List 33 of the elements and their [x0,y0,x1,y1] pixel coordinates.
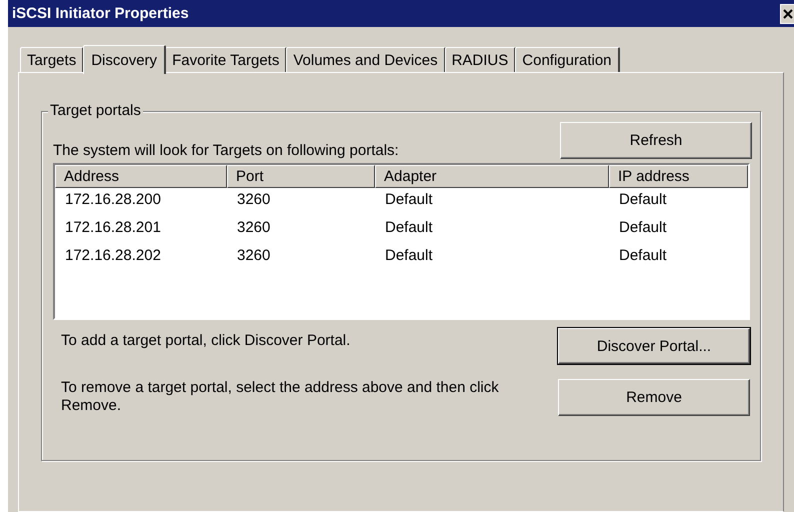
table-cell: Default [619,219,667,236]
table-cell: 172.16.28.201 [65,219,161,236]
table-cell: 172.16.28.202 [65,247,161,264]
tab[interactable]: Favorite Targets [165,47,288,72]
table-cell: Default [385,247,433,264]
tab[interactable]: Volumes and Devices [286,47,446,72]
table-cell: Default [619,247,667,264]
column-header[interactable]: Address [55,165,227,188]
tab[interactable]: RADIUS [444,47,516,72]
intro-text: The system will look for Targets on following portals: [53,142,399,159]
table-cell: Default [619,191,667,208]
close-icon [782,8,792,18]
table-cell: Default [385,191,433,208]
remove-hint: To remove a target portal, select the address above and then click Remove. [61,379,500,415]
portal-list[interactable]: Address Port Adapter IP address 172.16.28.200 3260 Default Default 172.16.28.201 3260 Default Default 172.16.28.202 3260 Default Default [53,163,750,320]
table-cell: 3260 [237,219,270,236]
add-hint: To add a target portal, click Discover Portal. [61,332,352,350]
window-title: iSCSI Initiator Properties [12,5,189,22]
tab[interactable]: Discovery [83,45,166,74]
table-cell: 172.16.28.200 [65,191,161,208]
tab[interactable]: Targets [20,47,84,72]
table-cell: 3260 [237,191,270,208]
column-header[interactable]: Adapter [375,165,609,188]
group-title: Target portals [48,102,143,119]
tab[interactable]: Configuration [515,47,620,72]
discover-portal-button[interactable]: Discover Portal... [558,328,750,364]
remove-button[interactable]: Remove [558,379,750,416]
column-header[interactable]: Port [227,165,375,188]
table-cell: Default [385,219,433,236]
table-cell: 3260 [237,247,270,264]
refresh-button[interactable]: Refresh [560,122,752,159]
close-button[interactable] [780,4,794,24]
column-header[interactable]: IP address [609,165,748,188]
